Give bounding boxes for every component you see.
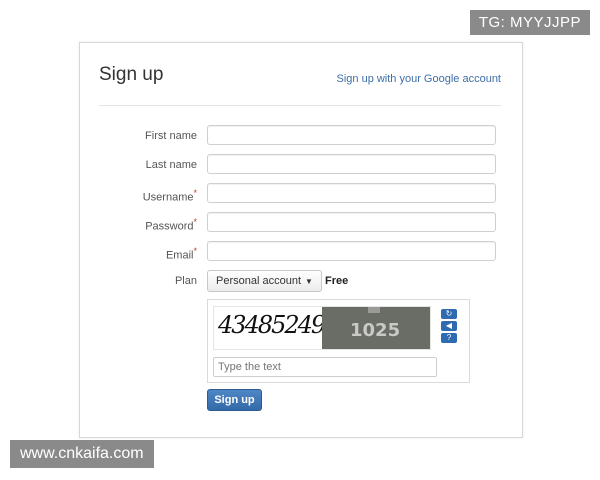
captcha-image: 43485249 1025	[213, 306, 431, 350]
page-title: Sign up	[99, 64, 164, 85]
caret-down-icon: ▼	[305, 276, 313, 286]
refresh-icon[interactable]: ↻	[441, 309, 457, 319]
signup-button[interactable]: Sign up	[207, 389, 262, 411]
email-row: Email*	[80, 241, 522, 265]
captcha-input[interactable]	[213, 357, 437, 377]
first-name-label: First name	[145, 130, 197, 142]
plan-label: Plan	[174, 275, 197, 287]
help-icon[interactable]: ?	[441, 333, 457, 343]
password-row: Password*	[80, 212, 522, 236]
signup-panel: Sign up Sign up with your Google account…	[79, 42, 523, 438]
first-name-field[interactable]	[207, 125, 496, 145]
required-marker: *	[193, 246, 197, 256]
last-name-field[interactable]	[207, 154, 496, 174]
last-name-row: Last name	[80, 154, 522, 178]
first-name-row: First name	[80, 125, 522, 149]
captcha-photo-number: 1025	[350, 320, 401, 341]
plan-dropdown[interactable]: Personal account ▼	[207, 270, 322, 292]
google-signup-link[interactable]: Sign up with your Google account	[337, 73, 502, 85]
watermark-top: TG: MYYJJPP	[469, 10, 590, 35]
photo-detail	[368, 307, 380, 313]
captcha-controls: ↻ ◀ ?	[441, 309, 457, 345]
audio-icon[interactable]: ◀	[441, 321, 457, 331]
plan-price: Free	[325, 275, 349, 287]
email-field[interactable]	[207, 241, 496, 261]
username-row: Username*	[80, 183, 522, 207]
password-label: Password*	[145, 217, 197, 233]
captcha-widget: 43485249 1025 ↻ ◀ ?	[207, 299, 470, 383]
username-label: Username*	[142, 188, 197, 204]
email-label: Email*	[165, 246, 197, 262]
captcha-photo: 1025	[322, 307, 430, 349]
divider	[99, 105, 501, 106]
plan-selected: Personal account	[216, 275, 301, 287]
username-field[interactable]	[207, 183, 496, 203]
required-marker: *	[193, 217, 197, 227]
plan-row: Plan Personal account ▼ Free	[80, 270, 522, 294]
captcha-text: 43485249	[218, 311, 326, 339]
watermark-bottom: www.cnkaifa.com	[10, 440, 154, 468]
password-field[interactable]	[207, 212, 496, 232]
last-name-label: Last name	[145, 159, 197, 171]
required-marker: *	[193, 188, 197, 198]
